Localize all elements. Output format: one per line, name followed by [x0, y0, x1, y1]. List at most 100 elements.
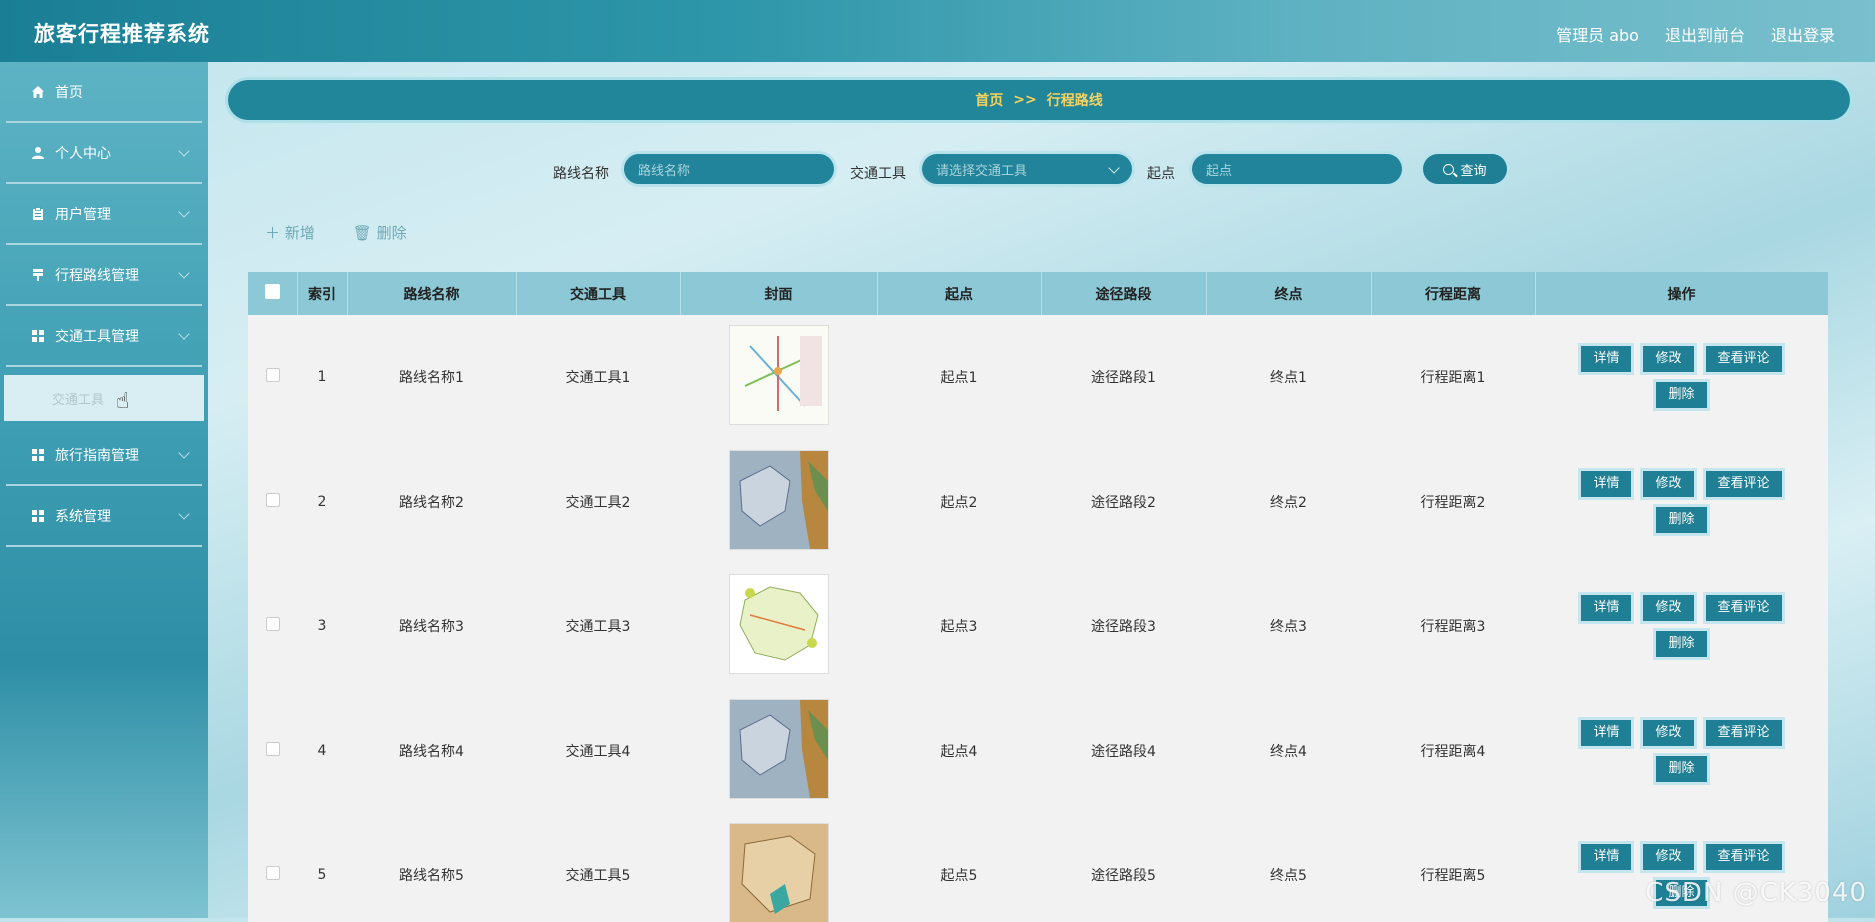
cell-transport: 交通工具1 — [565, 370, 631, 387]
view-comments-button[interactable]: 查看评论 — [1705, 719, 1782, 746]
sidebar-subitem-label: 交通工具 — [52, 392, 105, 408]
cell-distance: 行程距离4 — [1420, 743, 1486, 760]
row-checkbox[interactable] — [265, 866, 280, 881]
chevron-down-icon — [178, 508, 190, 520]
admin-user-label[interactable]: 管理员 abo — [1556, 22, 1639, 46]
batch-delete-button[interactable]: 🗑 删除 — [353, 222, 407, 243]
delete-button[interactable]: 删除 — [1656, 506, 1707, 533]
exit-to-front-link[interactable]: 退出到前台 — [1665, 22, 1745, 46]
breadcrumb-current: 行程路线 — [1046, 93, 1103, 109]
table-row: 2 路线名称2 交通工具2 起点2 途径路段2 终点2 行程距离2 详情 修改 … — [248, 440, 1828, 565]
view-comments-button[interactable]: 查看评论 — [1705, 844, 1782, 871]
query-button[interactable]: 查询 — [1423, 154, 1507, 184]
detail-button[interactable]: 详情 — [1581, 719, 1632, 746]
view-comments-button[interactable]: 查看评论 — [1705, 346, 1782, 373]
table-header-row: 索引 路线名称 交通工具 封面 起点 途径路段 终点 行程距离 操作 — [248, 272, 1828, 315]
route-name-input[interactable]: 路线名称 — [624, 154, 834, 184]
trash-icon: 🗑 — [352, 224, 377, 242]
sidebar-item-personal-center[interactable]: 个人中心 — [6, 123, 202, 184]
row-checkbox[interactable] — [265, 741, 280, 756]
cover-image[interactable] — [728, 698, 829, 799]
start-input[interactable]: 起点 — [1192, 154, 1402, 184]
cell-end: 终点2 — [1270, 494, 1307, 511]
sidebar-item-home[interactable]: 首页 — [6, 62, 202, 123]
add-button-label: 新增 — [284, 224, 315, 242]
route-table: 索引 路线名称 交通工具 封面 起点 途径路段 终点 行程距离 操作 1 路线名… — [248, 272, 1828, 922]
cell-name: 路线名称4 — [399, 743, 464, 760]
column-header: 途径路段 — [1041, 272, 1207, 315]
clipboard-icon — [33, 206, 43, 220]
search-icon — [1443, 163, 1455, 175]
sidebar-item-label: 用户管理 — [55, 206, 111, 223]
cell-via: 途径路段1 — [1091, 370, 1156, 387]
chevron-down-icon — [1108, 162, 1120, 174]
app-title: 旅客行程推荐系统 — [34, 22, 210, 46]
start-label: 起点 — [1147, 166, 1175, 182]
grid-icon — [32, 509, 44, 522]
row-checkbox[interactable] — [265, 492, 280, 507]
cell-end: 终点1 — [1270, 370, 1307, 387]
delete-button[interactable]: 删除 — [1656, 755, 1707, 782]
cover-image[interactable] — [728, 823, 829, 922]
cover-image[interactable] — [728, 574, 829, 675]
table-row: 3 路线名称3 交通工具3 起点3 途径路段3 终点3 行程距离3 详情 修改 … — [248, 564, 1828, 689]
cover-image[interactable] — [728, 325, 829, 426]
watermark: CSDN @CK3040 — [1645, 878, 1867, 908]
edit-button[interactable]: 修改 — [1643, 470, 1694, 497]
view-comments-button[interactable]: 查看评论 — [1705, 595, 1782, 622]
edit-button[interactable]: 修改 — [1643, 346, 1694, 373]
row-checkbox[interactable] — [265, 368, 280, 383]
cell-end: 终点4 — [1270, 743, 1307, 760]
breadcrumb-home[interactable]: 首页 — [975, 90, 1003, 110]
add-button[interactable]: ＋ 新增 — [265, 222, 315, 243]
row-actions: 详情 修改 查看评论 删除 — [1562, 470, 1802, 533]
route-name-label: 路线名称 — [553, 166, 609, 182]
edit-button[interactable]: 修改 — [1643, 595, 1694, 622]
detail-button[interactable]: 详情 — [1581, 346, 1632, 373]
person-icon — [32, 146, 44, 159]
cell-transport: 交通工具3 — [565, 619, 631, 636]
select-all-cell — [248, 272, 298, 315]
cell-end: 终点3 — [1270, 619, 1307, 636]
sidebar-item-label: 首页 — [55, 84, 83, 101]
detail-button[interactable]: 详情 — [1581, 844, 1632, 871]
cell-via: 途径路段3 — [1091, 619, 1156, 636]
cell-name: 路线名称2 — [399, 494, 464, 511]
column-header: 起点 — [877, 272, 1042, 315]
select-all-checkbox[interactable] — [264, 284, 280, 299]
cover-image[interactable] — [728, 449, 829, 550]
row-checkbox[interactable] — [265, 617, 280, 632]
cell-distance: 行程距离1 — [1420, 370, 1486, 387]
edit-button[interactable]: 修改 — [1643, 844, 1694, 871]
edit-button[interactable]: 修改 — [1643, 719, 1694, 746]
sidebar-item-guide-management[interactable]: 旅行指南管理 — [6, 425, 202, 486]
delete-button[interactable]: 删除 — [1656, 382, 1707, 409]
view-comments-button[interactable]: 查看评论 — [1705, 470, 1782, 497]
cell-start: 起点1 — [940, 370, 978, 387]
sidebar-item-label: 系统管理 — [55, 508, 111, 525]
delete-button[interactable]: 删除 — [1656, 631, 1707, 658]
transport-select-placeholder: 请选择交通工具 — [936, 163, 1028, 179]
sidebar-item-user-management[interactable]: 用户管理 — [6, 184, 202, 245]
detail-button[interactable]: 详情 — [1581, 595, 1632, 622]
cell-index: 4 — [317, 742, 327, 759]
cell-distance: 行程距离5 — [1420, 868, 1486, 885]
chevron-down-icon — [178, 447, 190, 459]
sidebar-item-route-management[interactable]: 行程路线管理 — [6, 245, 202, 306]
sidebar-item-transport-management[interactable]: 交通工具管理 — [6, 306, 202, 367]
cell-name: 路线名称5 — [399, 868, 464, 885]
breadcrumb: 首页 >> 行程路线 — [228, 80, 1850, 120]
cell-distance: 行程距离3 — [1420, 619, 1486, 636]
breadcrumb-separator: >> — [1013, 92, 1037, 108]
row-actions: 详情 修改 查看评论 删除 — [1562, 595, 1802, 658]
transport-select[interactable]: 请选择交通工具 — [922, 154, 1132, 184]
logout-link[interactable]: 退出登录 — [1771, 22, 1835, 46]
column-header: 终点 — [1206, 272, 1372, 315]
detail-button[interactable]: 详情 — [1581, 470, 1632, 497]
table-row: 4 路线名称4 交通工具4 起点4 途径路段4 终点4 行程距离4 详情 修改 … — [248, 689, 1828, 814]
chevron-down-icon — [178, 267, 190, 279]
chevron-down-icon — [178, 206, 190, 218]
column-header: 封面 — [680, 272, 878, 315]
sidebar-item-system-management[interactable]: 系统管理 — [6, 486, 202, 547]
sidebar-subitem-transport[interactable]: 交通工具 ☝ — [4, 375, 204, 421]
